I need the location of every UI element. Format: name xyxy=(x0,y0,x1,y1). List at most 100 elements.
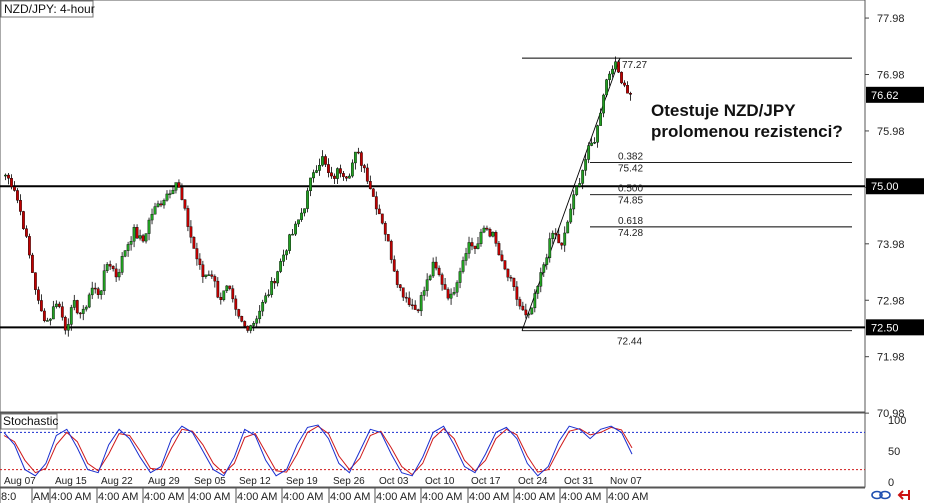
candle-body xyxy=(129,241,133,245)
candle-body xyxy=(243,321,247,327)
candle-body xyxy=(213,276,217,282)
y-tick-label-2: 75.98 xyxy=(877,126,905,138)
candle-body xyxy=(66,324,70,331)
candle-body xyxy=(623,82,626,86)
level-price-label-0: 75.00 xyxy=(871,181,899,193)
link-icon[interactable] xyxy=(871,490,891,500)
candle-body xyxy=(548,238,552,258)
candle-body xyxy=(54,303,58,307)
candle-body xyxy=(551,232,555,239)
x-date-label-7: Sep 26 xyxy=(333,476,365,487)
candle-body xyxy=(297,219,300,225)
candle-body xyxy=(491,232,495,237)
candle-body xyxy=(569,208,573,223)
candle-body xyxy=(521,305,525,311)
candle-body xyxy=(303,208,306,214)
candle-body xyxy=(39,300,43,312)
candle-body xyxy=(362,165,366,169)
candle-body xyxy=(359,152,363,166)
candle-body xyxy=(336,168,339,179)
candle-body xyxy=(225,285,229,291)
candle-body xyxy=(183,199,187,209)
candle-body xyxy=(461,260,465,272)
candle-body xyxy=(407,297,411,306)
candle-body xyxy=(365,167,369,182)
candle-body xyxy=(111,265,115,270)
fib-ratio-label-1: 0.500 xyxy=(618,184,643,195)
candle-body xyxy=(270,281,274,295)
candle-body xyxy=(449,293,453,299)
candle-body xyxy=(108,264,112,267)
candle-body xyxy=(10,178,13,187)
candle-body xyxy=(392,259,396,272)
candle-body xyxy=(234,298,238,310)
x-date-label-3: Aug 29 xyxy=(148,476,180,487)
candle-body xyxy=(482,227,486,233)
x-time-label-2: 4:00 AM xyxy=(51,491,91,503)
candle-body xyxy=(279,261,283,272)
main-plot-frame xyxy=(0,0,866,413)
candle-body xyxy=(222,290,226,300)
candle-body xyxy=(416,309,420,312)
x-date-label-11: Oct 24 xyxy=(518,476,548,487)
candle-body xyxy=(356,151,360,154)
candle-body xyxy=(428,275,432,280)
nzdjpy-chart: 77.9876.9875.9874.9873.9872.9871.9870.98… xyxy=(0,0,924,503)
candle-body xyxy=(141,235,145,242)
candle-body xyxy=(554,232,558,235)
candle-body xyxy=(581,170,585,184)
candle-body xyxy=(60,306,64,318)
arrow-icon[interactable] xyxy=(897,490,910,500)
x-time-label-8: 4:00 AM xyxy=(330,491,370,503)
candle-body xyxy=(309,177,312,192)
candle-body xyxy=(368,181,372,190)
candle-body xyxy=(99,290,103,295)
candle-body xyxy=(162,200,166,206)
candle-body xyxy=(512,277,516,288)
candle-body xyxy=(288,234,291,251)
candle-body xyxy=(476,243,480,249)
candle-body xyxy=(165,193,169,201)
candle-body xyxy=(25,228,28,237)
candle-body xyxy=(605,79,608,96)
candle-body xyxy=(171,189,175,194)
stochastic-tick-0: 100 xyxy=(888,415,906,427)
candle-body xyxy=(395,270,399,285)
candle-body xyxy=(413,304,417,310)
candle-body xyxy=(28,236,31,256)
candle-body xyxy=(120,256,124,273)
candle-body xyxy=(195,248,199,260)
candle-body xyxy=(626,85,629,94)
candle-body xyxy=(410,304,414,307)
candle-body xyxy=(168,193,172,195)
candle-body xyxy=(51,306,55,320)
candle-body xyxy=(22,211,25,229)
candle-body xyxy=(45,320,49,322)
candle-body xyxy=(276,271,280,284)
candle-body xyxy=(530,307,534,315)
candle-body xyxy=(87,294,91,308)
chart-title: NZD/JPY: 4-hour xyxy=(4,2,95,16)
candle-body xyxy=(497,243,501,256)
fib-ratio-label-2: 0.618 xyxy=(618,216,643,227)
candle-body xyxy=(330,172,333,177)
level-price-label-1: 72.50 xyxy=(871,322,899,334)
candle-body xyxy=(596,125,600,143)
candle-body xyxy=(285,250,288,256)
candle-body xyxy=(524,309,528,316)
x-time-label-4: 4:00 AM xyxy=(144,491,184,503)
candle-body xyxy=(587,145,591,160)
candle-body xyxy=(312,172,315,179)
x-time-label-5: 4:00 AM xyxy=(190,491,230,503)
candle-body xyxy=(455,282,459,293)
candle-body xyxy=(147,219,151,234)
candle-body xyxy=(608,73,611,80)
candle-body xyxy=(515,286,519,300)
candle-body xyxy=(231,288,235,300)
candle-body xyxy=(440,274,444,285)
fib-low-label: 72.44 xyxy=(617,337,642,348)
candle-body xyxy=(84,306,88,310)
candle-body xyxy=(180,187,184,200)
candle-body xyxy=(324,156,327,165)
candle-body xyxy=(506,268,510,278)
